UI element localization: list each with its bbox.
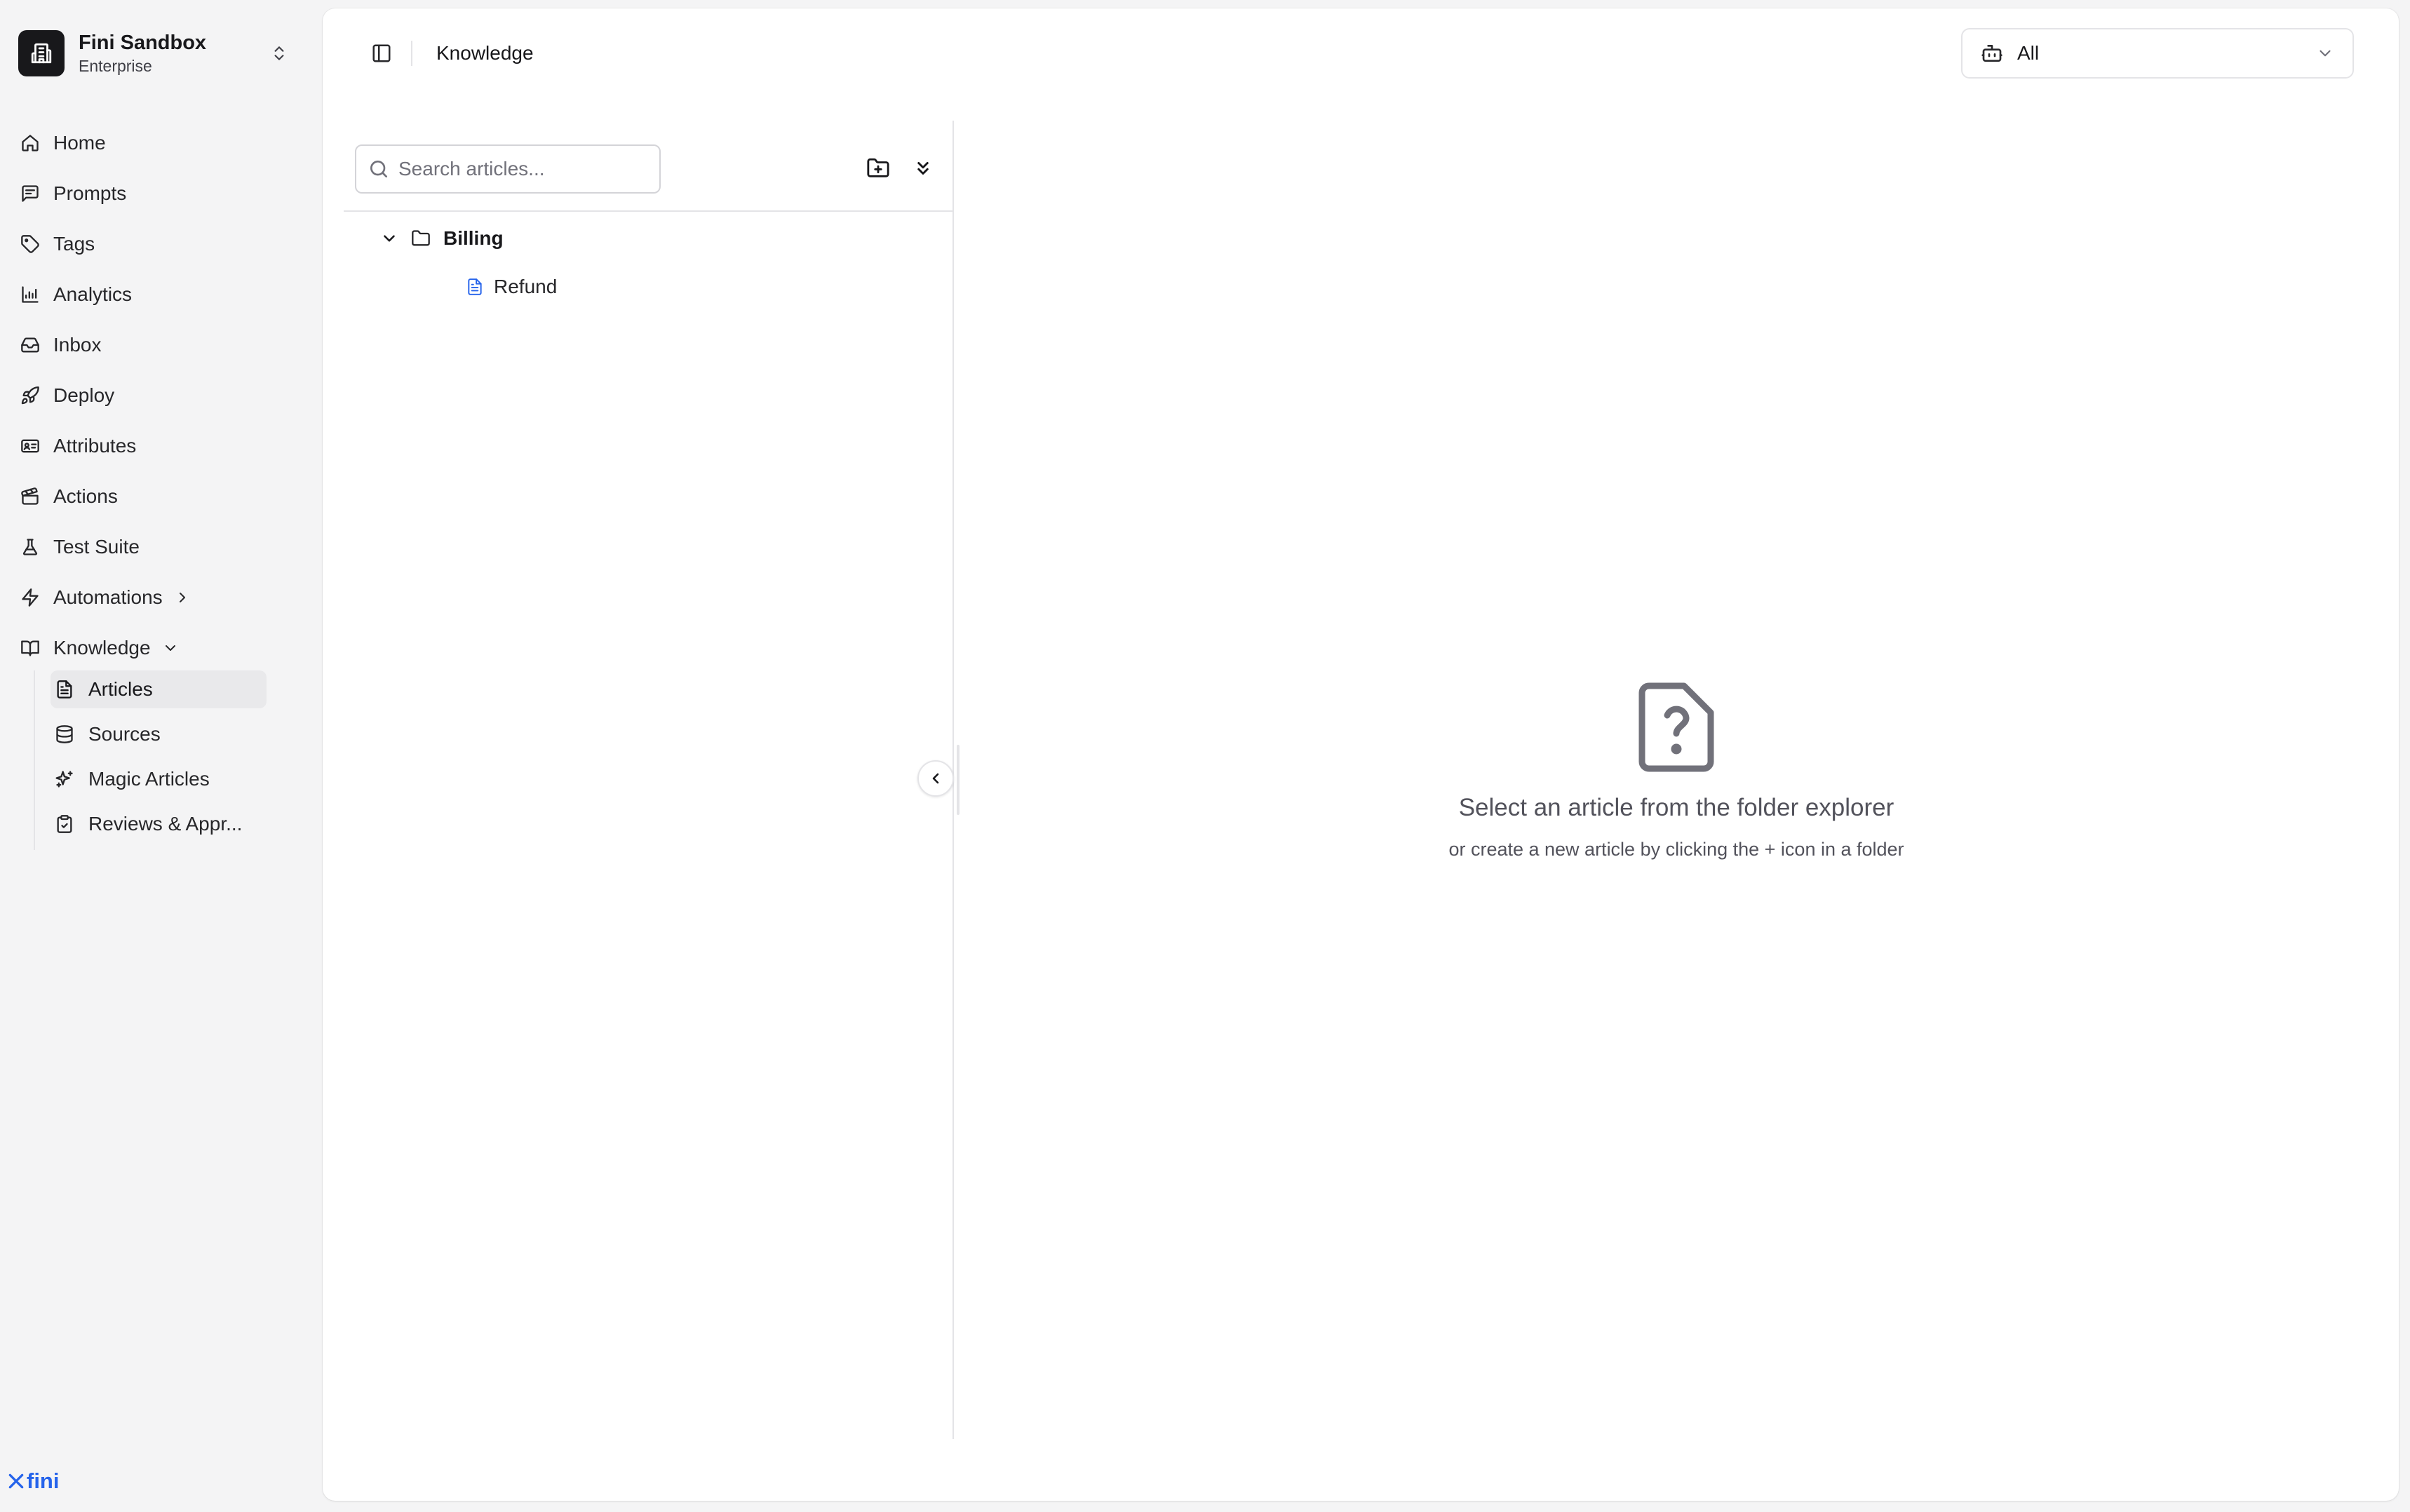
home-icon (18, 131, 42, 155)
sidebar-toggle-button[interactable] (368, 39, 396, 67)
page-title: Knowledge (436, 42, 534, 64)
building-icon (18, 30, 65, 76)
chevrons-up-down-icon[interactable] (267, 41, 292, 66)
sidebar-item-reviews-approvals[interactable]: Reviews & Appr... (51, 805, 267, 843)
bot-select-value: All (2017, 42, 2040, 64)
sidebar-item-deploy[interactable]: Deploy (18, 370, 306, 421)
chevron-down-icon (2320, 50, 2331, 57)
topbar: Knowledge All (323, 8, 2399, 97)
sidebar-item-articles[interactable]: Articles (51, 670, 267, 708)
sidebar-item-label: Deploy (53, 384, 115, 406)
sidebar-item-sources[interactable]: Sources (51, 715, 267, 753)
inbox-icon (18, 333, 42, 357)
sidebar-item-label: Magic Articles (88, 768, 210, 790)
sidebar-item-home[interactable]: Home (18, 118, 306, 168)
article-item[interactable]: Refund (464, 268, 557, 306)
divider (344, 210, 952, 212)
sidebar-item-label: Test Suite (53, 536, 140, 558)
article-name: Refund (494, 276, 558, 297)
sidebar-item-magic-articles[interactable]: Magic Articles (51, 760, 267, 798)
empty-state-title: Select an article from the folder explor… (1458, 794, 1894, 821)
zap-icon (18, 586, 42, 609)
sidebar-item-label: Home (53, 132, 106, 154)
sidebar-item-actions[interactable]: Actions (18, 471, 306, 522)
search-icon (370, 161, 387, 177)
sidebar-item-label: Automations (53, 586, 163, 608)
sidebar-item-label: Actions (53, 485, 118, 507)
sidebar-item-label: Articles (88, 678, 153, 700)
sidebar-item-analytics[interactable]: Analytics (18, 269, 306, 320)
sidebar-item-label: Tags (53, 233, 95, 255)
panel-left-icon (372, 44, 391, 62)
workspace-switcher[interactable]: Fini Sandbox Enterprise (18, 25, 292, 81)
sidebar-item-tags[interactable]: Tags (18, 219, 306, 269)
sidebar-item-label: Attributes (53, 435, 137, 457)
fini-mark-icon (8, 1473, 24, 1489)
bar-chart-icon (18, 283, 42, 306)
collapse-all-button[interactable] (908, 153, 938, 184)
sidebar-item-automations[interactable]: Automations (18, 572, 306, 623)
brand-name: fini (27, 1469, 60, 1493)
bot-select-dropdown[interactable]: All (1961, 28, 2354, 79)
folder-name: Billing (443, 227, 504, 249)
sidebar-item-label: Analytics (53, 283, 133, 305)
id-card-icon (18, 434, 42, 458)
file-text-icon (464, 276, 485, 297)
message-square-icon (18, 182, 42, 205)
empty-state: Select an article from the folder explor… (954, 682, 2399, 860)
sidebar-item-label: Inbox (53, 334, 102, 356)
sidebar-item-test-suite[interactable]: Test Suite (18, 522, 306, 572)
rocket-icon (18, 384, 42, 407)
sidebar-item-label: Reviews & Appr... (88, 813, 243, 835)
search-input[interactable] (398, 158, 651, 180)
bot-icon (1981, 44, 2002, 62)
chevrons-down-icon (917, 162, 929, 175)
chevron-left-icon (932, 773, 939, 784)
database-icon (53, 723, 76, 745)
file-text-icon (53, 678, 76, 701)
folder-explorer: Billing Refund (344, 121, 954, 1439)
chevron-down-icon[interactable] (379, 228, 400, 249)
sidebar: Fini Sandbox Enterprise Home Prompts Tag… (0, 0, 323, 1512)
file-question-icon (1638, 682, 1714, 772)
clipboard-check-icon (53, 813, 76, 835)
folder-plus-icon (867, 158, 889, 177)
main-panel: Knowledge All Billing (323, 8, 2399, 1501)
book-open-icon (18, 636, 42, 660)
sidebar-item-knowledge[interactable]: Knowledge (18, 623, 306, 673)
sidebar-item-label: Sources (88, 723, 161, 745)
workspace-name: Fini Sandbox (79, 32, 207, 54)
tag-icon (18, 232, 42, 256)
main-nav: Home Prompts Tags Analytics Inbox Deploy… (18, 118, 306, 673)
divider (411, 41, 412, 66)
workspace-plan: Enterprise (79, 57, 152, 75)
chevron-down-icon[interactable] (161, 638, 180, 658)
search-box[interactable] (355, 144, 661, 194)
sidebar-item-label: Knowledge (53, 637, 151, 659)
sidebar-item-attributes[interactable]: Attributes (18, 421, 306, 471)
clapperboard-icon (18, 485, 42, 508)
folder-item[interactable]: Billing (379, 219, 504, 258)
sidebar-item-prompts[interactable]: Prompts (18, 168, 306, 219)
new-folder-button[interactable] (863, 153, 894, 184)
knowledge-subnav: Articles Sources Magic Articles Reviews … (34, 670, 267, 850)
brand-logo: fini (7, 1467, 60, 1495)
sidebar-item-inbox[interactable]: Inbox (18, 320, 306, 370)
empty-state-subtitle: or create a new article by clicking the … (1448, 839, 1904, 860)
sparkles-icon (53, 768, 76, 790)
flask-icon (18, 535, 42, 559)
folder-icon (410, 227, 432, 250)
chevron-right-icon[interactable] (173, 588, 192, 607)
sidebar-item-label: Prompts (53, 182, 127, 204)
collapse-explorer-button[interactable] (917, 760, 954, 797)
